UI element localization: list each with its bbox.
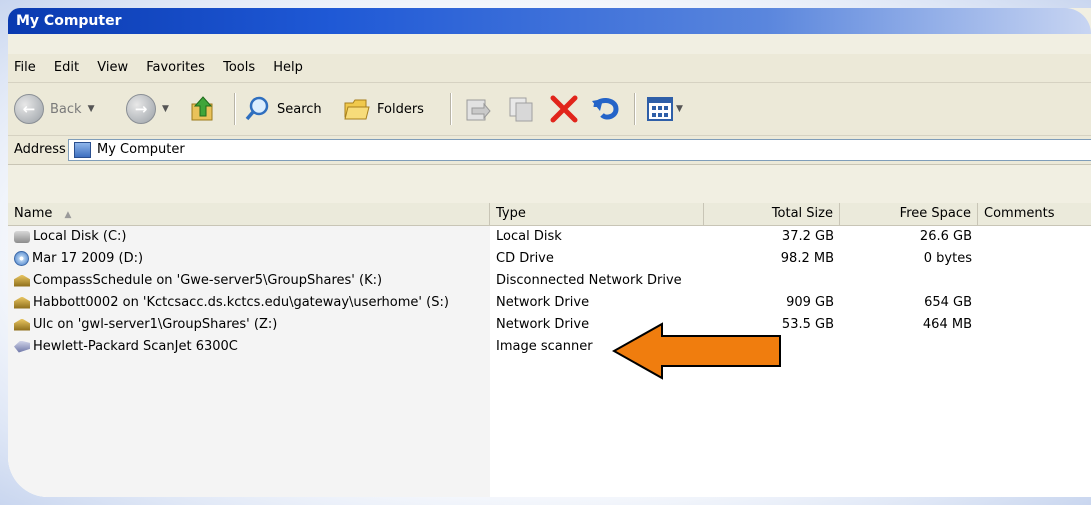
column-free-space[interactable]: Free Space — [840, 203, 978, 225]
copy-to-button[interactable] — [506, 92, 536, 126]
address-label: Address — [14, 142, 66, 157]
row-total-size: 98.2 MB — [780, 251, 834, 266]
move-to-button[interactable] — [462, 92, 492, 126]
row-type: Image scanner — [496, 339, 593, 354]
orange-arrow-icon — [612, 322, 781, 380]
column-header: Name ▲ Type Total Size Free Space Commen… — [8, 203, 1091, 226]
toolbar: ← Back ▼ → ▼ Search Folders ▼ — [8, 83, 1091, 136]
forward-button[interactable]: → ▼ — [126, 92, 169, 126]
row-name: Mar 17 2009 (D:) — [32, 251, 144, 266]
hard-disk-icon — [14, 230, 30, 243]
toolbar-separator — [634, 93, 636, 125]
forward-dropdown-icon[interactable]: ▼ — [162, 104, 169, 114]
column-name-label: Name — [14, 206, 53, 221]
row-name-cell: Mar 17 2009 (D:) — [8, 248, 143, 270]
row-name-cell: Local Disk (C:) — [8, 226, 126, 248]
delete-x-icon — [550, 95, 578, 123]
table-row[interactable]: Hewlett-Packard ScanJet 6300C Image scan… — [8, 336, 1091, 358]
column-free-label: Free Space — [899, 206, 971, 221]
folders-label: Folders — [377, 101, 424, 117]
network-drive-icon — [14, 274, 30, 287]
row-free-space: 654 GB — [924, 295, 972, 310]
column-name[interactable]: Name ▲ — [8, 203, 490, 225]
row-type: Network Drive — [496, 317, 590, 332]
network-drive-icon — [14, 296, 30, 309]
search-button[interactable]: Search — [244, 92, 322, 126]
table-row[interactable]: Mar 17 2009 (D:) CD Drive 98.2 MB 0 byte… — [8, 248, 1091, 270]
address-bar: Address My Computer — [8, 136, 1091, 165]
network-drive-icon — [14, 318, 30, 331]
table-row[interactable]: Habbott0002 on 'Kctcsacc.ds.kctcs.edu\ga… — [8, 292, 1091, 314]
folder-up-icon — [191, 96, 213, 121]
column-total-label: Total Size — [771, 206, 833, 221]
column-comments[interactable]: Comments — [978, 203, 1091, 225]
views-grid-icon — [647, 97, 673, 121]
forward-arrow-icon: → — [126, 94, 156, 124]
views-dropdown-icon: ▼ — [676, 104, 683, 114]
row-name: Ulc on 'gwl-server1\GroupShares' (Z:) — [33, 317, 278, 332]
row-total-size: 37.2 GB — [781, 229, 834, 244]
column-type-label: Type — [496, 206, 526, 221]
window-title: My Computer — [16, 13, 122, 29]
menu-bar: File Edit View Favorites Tools Help — [8, 54, 1091, 83]
row-name: Local Disk (C:) — [33, 229, 127, 244]
table-row[interactable]: CompassSchedule on 'Gwe-server5\GroupSha… — [8, 270, 1091, 292]
undo-icon — [592, 98, 619, 120]
address-value: My Computer — [97, 142, 185, 157]
undo-button[interactable] — [590, 92, 622, 126]
toolbar-separator — [234, 93, 236, 125]
row-type: Network Drive — [496, 295, 590, 310]
row-free-space: 0 bytes — [923, 251, 972, 266]
up-button[interactable] — [188, 92, 218, 126]
column-type[interactable]: Type — [490, 203, 704, 225]
row-name-cell: CompassSchedule on 'Gwe-server5\GroupSha… — [8, 270, 382, 292]
back-arrow-icon: ← — [14, 94, 44, 124]
folders-button[interactable]: Folders — [342, 92, 424, 126]
menu-favorites[interactable]: Favorites — [146, 54, 205, 82]
row-total-size: 909 GB — [786, 295, 834, 310]
row-name: CompassSchedule on 'Gwe-server5\GroupSha… — [33, 273, 383, 288]
delete-button[interactable] — [548, 92, 580, 126]
menu-help[interactable]: Help — [273, 54, 303, 82]
row-type: Disconnected Network Drive — [496, 273, 682, 288]
address-input[interactable]: My Computer — [68, 139, 1091, 161]
menu-edit[interactable]: Edit — [54, 54, 79, 82]
row-name: Habbott0002 on 'Kctcsacc.ds.kctcs.edu\ga… — [33, 295, 449, 310]
back-label: Back — [50, 101, 82, 117]
computer-icon — [74, 142, 91, 158]
menu-tools[interactable]: Tools — [223, 54, 255, 82]
explorer-window: My Computer File Edit View Favorites Too… — [8, 8, 1091, 497]
row-type: Local Disk — [496, 229, 562, 244]
toolbar-separator — [450, 93, 452, 125]
title-bar[interactable]: My Computer — [8, 8, 1091, 34]
column-total-size[interactable]: Total Size — [704, 203, 840, 225]
search-magnifier-icon — [245, 96, 269, 121]
row-name-cell: Habbott0002 on 'Kctcsacc.ds.kctcs.edu\ga… — [8, 292, 449, 314]
row-free-space: 26.6 GB — [919, 229, 972, 244]
table-row[interactable]: Local Disk (C:) Local Disk 37.2 GB 26.6 … — [8, 226, 1091, 248]
cd-drive-icon — [14, 251, 29, 266]
row-name-cell: Hewlett-Packard ScanJet 6300C — [8, 336, 238, 358]
table-row[interactable]: Ulc on 'gwl-server1\GroupShares' (Z:) Ne… — [8, 314, 1091, 336]
column-comments-label: Comments — [984, 206, 1055, 221]
back-button[interactable]: ← Back ▼ — [14, 92, 94, 126]
menu-file[interactable]: File — [14, 54, 36, 82]
scanner-icon — [14, 340, 30, 353]
copy-to-icon — [509, 97, 533, 122]
move-to-icon — [466, 99, 491, 121]
file-list: Local Disk (C:) Local Disk 37.2 GB 26.6 … — [8, 226, 1091, 497]
row-name-cell: Ulc on 'gwl-server1\GroupShares' (Z:) — [8, 314, 277, 336]
row-type: CD Drive — [496, 251, 554, 266]
folders-icon — [344, 99, 370, 120]
row-name: Hewlett-Packard ScanJet 6300C — [33, 339, 238, 354]
search-label: Search — [277, 101, 322, 117]
back-dropdown-icon[interactable]: ▼ — [88, 104, 95, 114]
row-free-space: 464 MB — [922, 317, 972, 332]
sort-ascending-icon: ▲ — [64, 210, 72, 220]
views-button[interactable]: ▼ — [646, 92, 683, 126]
menu-view[interactable]: View — [97, 54, 128, 82]
